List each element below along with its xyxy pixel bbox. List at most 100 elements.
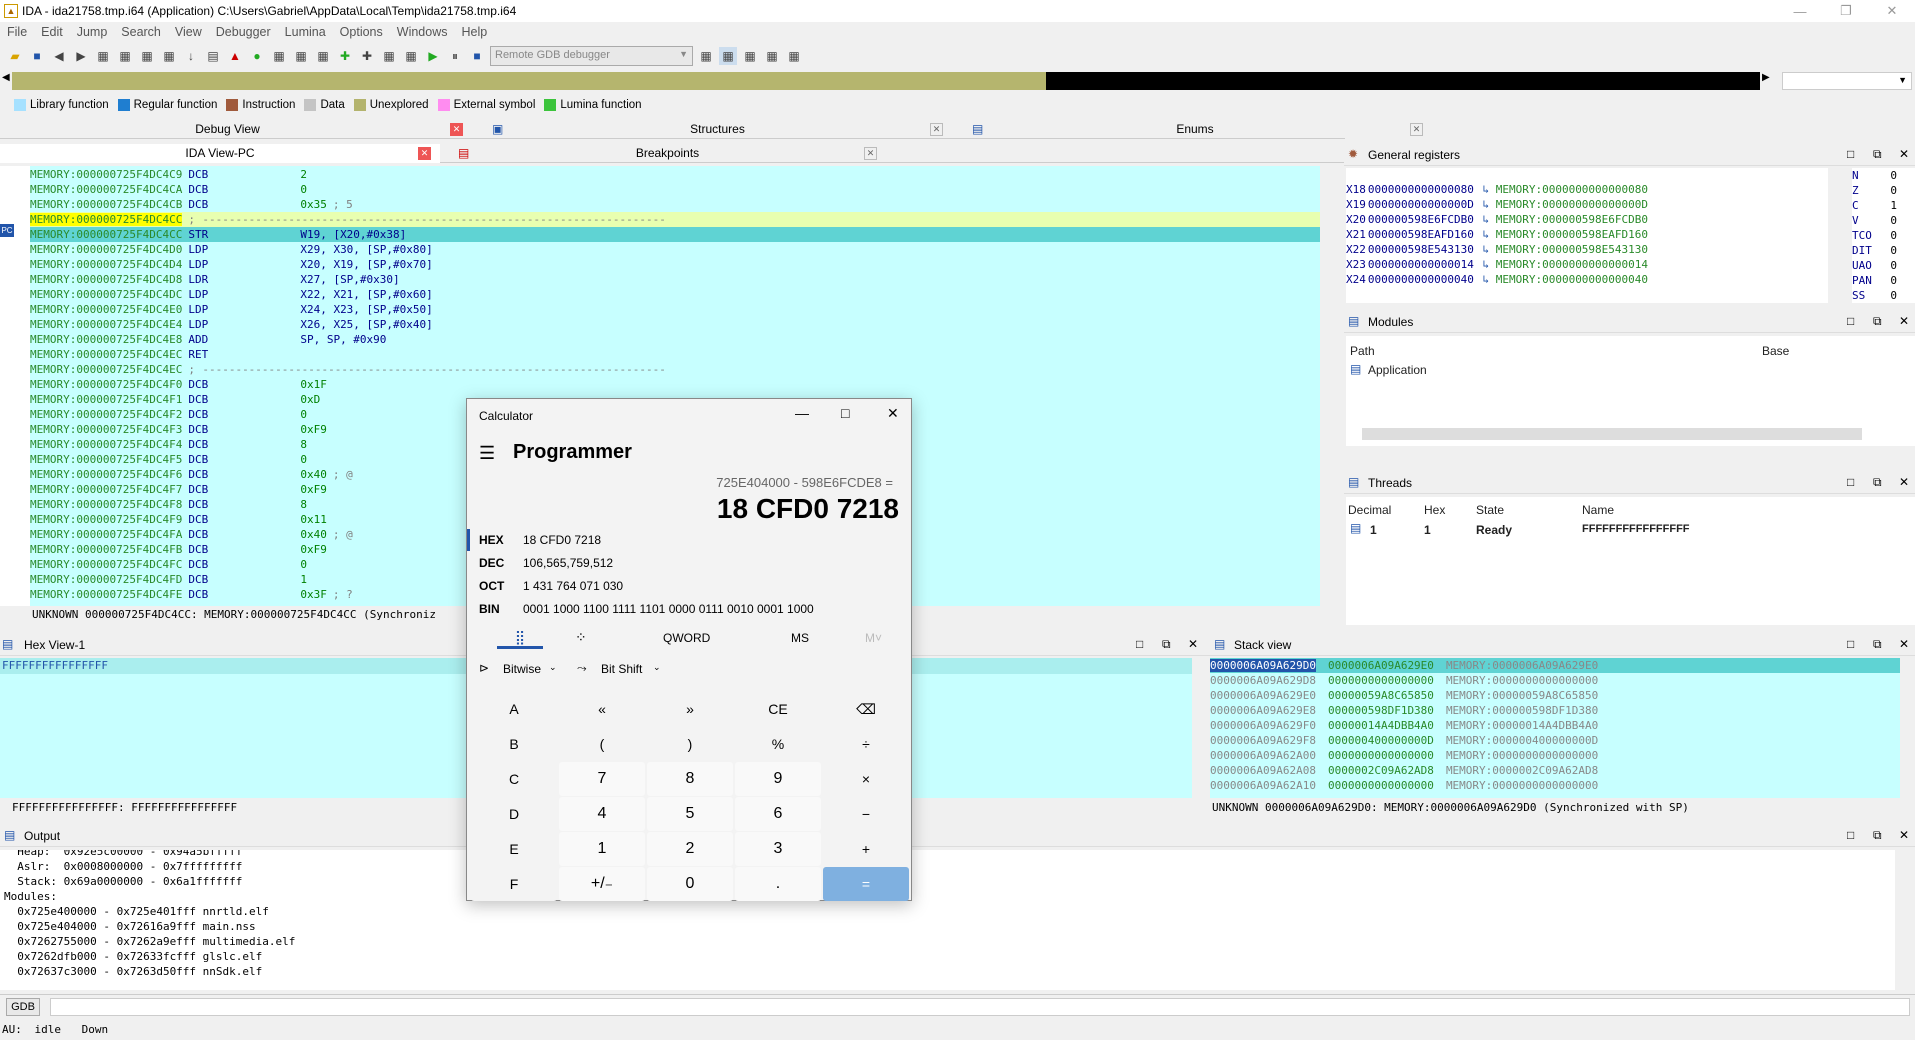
radix-row-hex[interactable]: HEX 18 CFD0 7218	[467, 529, 601, 551]
disasm-scrollbar[interactable]	[1322, 166, 1338, 606]
calc-key[interactable]: 3	[735, 832, 821, 866]
threads-col-hex[interactable]: Hex	[1424, 503, 1445, 517]
calc-minimize-button[interactable]: —	[795, 405, 809, 421]
disasm-line[interactable]: MEMORY:000000725F4DC4DC LDP X22, X21, [SP,…	[30, 287, 1320, 302]
flags-list[interactable]: N 0 Z 0 C 1 V 0 TCO 0 DIT 0 UAO 0 PAN 0 SS 0	[1852, 168, 1915, 303]
tool-icon[interactable]: ▦	[94, 47, 112, 65]
tool-icon[interactable]: ▦	[380, 47, 398, 65]
close-icon[interactable]: ✕	[1899, 637, 1909, 651]
stack-row[interactable]: 0000006A09A629F8 000000400000000D MEMORY:0…	[1210, 733, 1900, 748]
calc-key[interactable]: «	[559, 692, 645, 726]
tool-icon[interactable]: ▦	[314, 47, 332, 65]
calc-key[interactable]: ÷	[823, 727, 909, 761]
tab-breakpoints[interactable]: Breakpoints	[445, 144, 890, 163]
disasm-line[interactable]: MEMORY:000000725F4DC4CC STR W19, [X20,#0x3…	[30, 227, 1320, 242]
disasm-line[interactable]: MEMORY:000000725F4DC4E0 LDP X24, X23, [SP,…	[30, 302, 1320, 317]
close-icon[interactable]: ✕	[1899, 147, 1909, 161]
disasm-line[interactable]: MEMORY:000000725F4DC4D0 LDP X29, X30, [SP,…	[30, 242, 1320, 257]
calc-key[interactable]: 4	[559, 797, 645, 831]
register-row[interactable]: X20 000000598E6FCDB0 ↳ MEMORY:000000598E6…	[1346, 212, 1828, 227]
disasm-line[interactable]: MEMORY:000000725F4DC4EC RET	[30, 347, 1320, 362]
close-icon[interactable]: ✕	[930, 123, 943, 136]
register-row[interactable]: X19 000000000000000D ↳ MEMORY:00000000000…	[1346, 197, 1828, 212]
calc-key[interactable]: F	[471, 867, 557, 901]
calculator-window[interactable]: Calculator — □ ✕ ☰ Programmer 725E404000…	[466, 398, 912, 901]
flag-row[interactable]: Z0	[1852, 183, 1915, 198]
hamburger-menu-icon[interactable]: ☰	[479, 443, 495, 464]
disasm-line[interactable]: MEMORY:000000725F4DC4D8 LDR X27, [SP,#0x30…	[30, 272, 1320, 287]
flag-row[interactable]: V0	[1852, 213, 1915, 228]
bitflip-toggle-icon[interactable]: ⁘	[575, 629, 587, 646]
tool-icon[interactable]: ▦	[270, 47, 288, 65]
register-row[interactable]: X24 0000000000000040 ↳ MEMORY:00000000000…	[1346, 272, 1828, 287]
keypad-toggle-icon[interactable]: ⣿	[497, 629, 543, 649]
menu-edit[interactable]: Edit	[34, 25, 70, 39]
tool-icon[interactable]: ▦	[138, 47, 156, 65]
disasm-line[interactable]: MEMORY:000000725F4DC4D4 LDP X20, X19, [SP,…	[30, 257, 1320, 272]
maximize-icon[interactable]: □	[1847, 147, 1854, 161]
maximize-icon[interactable]: □	[1847, 314, 1854, 328]
float-icon[interactable]: ⧉	[1873, 637, 1882, 652]
float-icon[interactable]: ⧉	[1873, 314, 1882, 329]
module-item[interactable]: Application	[1368, 363, 1427, 377]
flag-row[interactable]: N0	[1852, 168, 1915, 183]
memory-recall-button[interactable]: M˅	[865, 631, 882, 645]
nav-dropdown[interactable]: ▼	[1782, 72, 1912, 90]
calc-key[interactable]: (	[559, 727, 645, 761]
calc-key[interactable]: +/₋	[559, 867, 645, 901]
tool-icon[interactable]: ▤	[204, 47, 222, 65]
tool-icon[interactable]: ▦	[763, 47, 781, 65]
maximize-icon[interactable]: □	[1847, 475, 1854, 489]
pause-icon[interactable]: ⏸	[446, 47, 464, 65]
debugger-select[interactable]: Remote GDB debugger ▼	[490, 46, 693, 66]
tool-icon[interactable]: ▦	[116, 47, 134, 65]
calc-key[interactable]: +	[823, 832, 909, 866]
calc-key[interactable]: 7	[559, 762, 645, 796]
menu-file[interactable]: File	[0, 25, 34, 39]
radix-row-dec[interactable]: DEC 106,565,759,512	[479, 552, 613, 574]
gdb-button[interactable]: GDB	[6, 998, 40, 1016]
stack-row[interactable]: 0000006A09A62A08 0000002C09A62AD8 MEMORY:0…	[1210, 763, 1900, 778]
stack-row[interactable]: 0000006A09A629D8 0000000000000000 MEMORY:0…	[1210, 673, 1900, 688]
tool-icon[interactable]: ▦	[402, 47, 420, 65]
forward-icon[interactable]: ▶	[72, 47, 90, 65]
menu-debugger[interactable]: Debugger	[209, 25, 278, 39]
calc-key[interactable]: 8	[647, 762, 733, 796]
minimize-button[interactable]: —	[1777, 4, 1823, 19]
calc-key[interactable]: −	[823, 797, 909, 831]
disasm-line[interactable]: MEMORY:000000725F4DC4E4 LDP X26, X25, [SP,…	[30, 317, 1320, 332]
close-icon[interactable]: ✕	[418, 147, 431, 160]
maximize-icon[interactable]: □	[1847, 637, 1854, 651]
register-row[interactable]: X23 0000000000000014 ↳ MEMORY:00000000000…	[1346, 257, 1828, 272]
calc-key[interactable]: A	[471, 692, 557, 726]
threads-list[interactable]: Decimal Hex State Name ▤ 1 1 Ready FFFFF…	[1346, 497, 1915, 625]
tool-icon[interactable]: ▦	[697, 47, 715, 65]
flag-row[interactable]: DIT 0	[1852, 243, 1915, 258]
threads-col-state[interactable]: State	[1476, 503, 1504, 517]
nav-right-arrow[interactable]: ▶	[1762, 72, 1770, 83]
menu-lumina[interactable]: Lumina	[278, 25, 333, 39]
threads-col-name[interactable]: Name	[1582, 503, 1614, 517]
close-icon[interactable]: ✕	[864, 147, 877, 160]
restore-button[interactable]: ❐	[1823, 3, 1869, 19]
stack-row[interactable]: 0000006A09A629D0 0000006A09A629E0 MEMORY:0…	[1210, 658, 1900, 673]
calc-key[interactable]: 0	[647, 867, 733, 901]
flag-row[interactable]: TCO 0	[1852, 228, 1915, 243]
thread-state[interactable]: Ready	[1476, 523, 1512, 537]
close-icon[interactable]: ✕	[1899, 475, 1909, 489]
flag-row[interactable]: PAN 0	[1852, 273, 1915, 288]
float-icon[interactable]: ⧉	[1162, 637, 1171, 652]
calc-key[interactable]: 9	[735, 762, 821, 796]
radix-row-oct[interactable]: OCT 1 431 764 071 030	[479, 575, 623, 597]
disasm-line[interactable]: MEMORY:000000725F4DC4CC; ----------------…	[30, 212, 1320, 227]
green-circle-icon[interactable]: ●	[248, 47, 266, 65]
calc-maximize-button[interactable]: □	[841, 405, 849, 421]
thread-decimal[interactable]: 1	[1370, 523, 1377, 537]
calc-key[interactable]: ×	[823, 762, 909, 796]
float-icon[interactable]: ⧉	[1873, 147, 1882, 162]
disasm-line[interactable]: MEMORY:000000725F4DC4CB DCB 0x35 ; 5	[30, 197, 1320, 212]
back-icon[interactable]: ◀	[50, 47, 68, 65]
down-arrow-icon[interactable]: ↓	[182, 47, 200, 65]
stack-row[interactable]: 0000006A09A629F0 00000014A4DBB4A0 MEMORY:0…	[1210, 718, 1900, 733]
modules-col-base[interactable]: Base	[1762, 344, 1789, 358]
